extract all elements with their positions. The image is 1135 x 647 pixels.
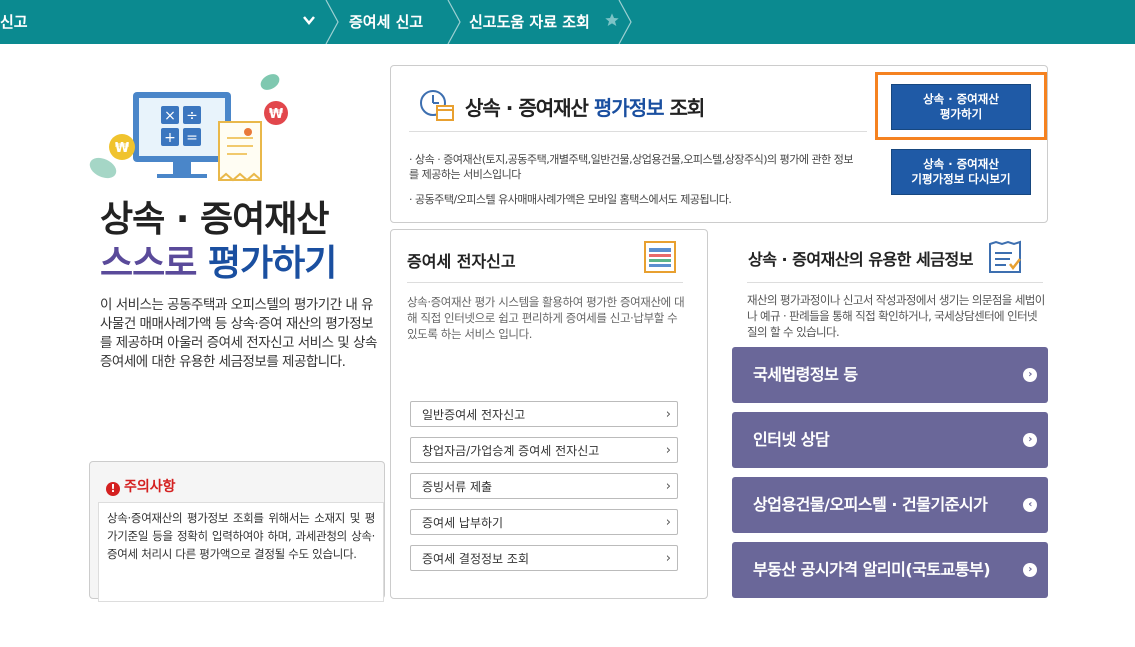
internet-consultation-button[interactable]: 인터넷 상담 › [732,412,1048,468]
gift-tax-decision-info-link[interactable]: 증여세 결정정보 조회 › [410,545,678,571]
taxinfo-description: 재산의 평가과정이나 신고서 작성과정에서 생기는 의문점을 세법이나 예규 ·… [747,293,1045,339]
service-description: 이 서비스는 공동주택과 오피스텔의 평가기간 내 유사물건 매매사례가액 등 … [100,297,377,370]
chevron-right-icon: › [665,479,671,494]
evaluation-bullet-1: · 상속 · 증여재산(토지,공동주택,개별주택,일반건물,상업용건물,오피스텔… [409,153,853,181]
breadcrumb-separator [618,0,632,44]
real-estate-price-notice-button[interactable]: 부동산 공시가격 알리미(국토교통부) › [732,542,1048,598]
efile-title: 증여세 전자신고 [407,252,516,271]
page-title-line2b: 평가하기 [207,243,337,284]
efile-description: 상속·증여재산 평가 시스템을 활용하여 평가한 증여재산에 대해 직접 인터넷… [407,295,685,341]
svg-text:÷: ÷ [186,108,198,124]
chevron-right-icon: › [665,551,671,566]
chevron-right-icon: › [665,515,671,530]
form-document-icon [643,240,677,278]
checklist-icon [988,240,1022,278]
page-title-line2a: 스스로 [100,243,197,284]
breadcrumb-item-report[interactable]: 신고 [0,0,28,44]
startup-business-succession-efile-link[interactable]: 창업자금/가업승계 증여세 전자신고 › [410,437,678,463]
svg-text:+: + [164,130,176,146]
svg-text:=: = [186,130,198,146]
page-title-line1: 상속 · 증여재산 [100,199,329,240]
breadcrumb-separator [325,0,339,44]
submit-documents-link[interactable]: 증빙서류 제출 › [410,473,678,499]
calculator-illustration: × ÷ + = ₩ ₩ [85,70,295,200]
arrow-right-circle-icon: › [1023,563,1037,577]
clock-calendar-icon [419,88,455,126]
commercial-building-standard-price-button[interactable]: 상업용건물/오피스텔 · 건물기준시가 ‹ [732,477,1048,533]
tax-law-info-button[interactable]: 국세법령정보 등 › [732,347,1048,403]
chevron-right-icon: › [665,407,671,422]
svg-text:₩: ₩ [269,107,284,122]
page-title: 상속 · 증여재산 스스로 평가하기 [100,198,337,286]
pay-gift-tax-link[interactable]: 증여세 납부하기 › [410,509,678,535]
caution-box: ! 주의사항 상속·증여재산의 평가정보 조회를 위해서는 소재지 및 평가기준일… [89,461,385,602]
breadcrumb-separator [447,0,461,44]
efile-panel: 증여세 전자신고 상속·증여재산 평가 시스템을 활용하여 평가한 증여재산에 … [390,229,708,599]
divider [747,282,1043,283]
divider [409,131,867,132]
breadcrumb-bar: 신고 증여세 신고 신고도움 자료 조회 [0,0,1135,44]
warning-icon: ! [106,482,120,496]
caution-title: ! 주의사항 [106,476,176,496]
evaluate-button[interactable]: 상속 · 증여재산 평가하기 [891,84,1031,130]
evaluation-bullet-2: · 공동주택/오피스텔 유사매매사례가액은 모바일 홈택스에서도 제공됩니다. [409,193,732,206]
review-evaluation-button[interactable]: 상속 · 증여재산 기평가정보 다시보기 [891,149,1031,195]
breadcrumb-item-gift-tax-report[interactable]: 증여세 신고 [349,0,423,44]
general-gift-tax-efile-link[interactable]: 일반증여세 전자신고 › [410,401,678,427]
chevron-down-icon[interactable] [303,14,315,29]
divider [407,282,683,283]
taxinfo-title: 상속 · 증여재산의 유용한 세금정보 [748,250,973,269]
caution-body: 상속·증여재산의 평가정보 조회를 위해서는 소재지 및 평가기준일 등을 정확… [98,502,384,602]
chevron-right-icon: › [665,443,671,458]
arrow-right-circle-icon: › [1023,433,1037,447]
arrow-right-circle-icon: › [1023,368,1037,382]
arrow-left-circle-icon: ‹ [1023,498,1037,512]
breadcrumb-item-report-help[interactable]: 신고도움 자료 조회 [469,0,590,44]
svg-text:₩: ₩ [115,141,130,156]
evaluation-title: 상속 · 증여재산 평가정보 조회 [465,96,705,120]
svg-text:×: × [164,108,176,124]
